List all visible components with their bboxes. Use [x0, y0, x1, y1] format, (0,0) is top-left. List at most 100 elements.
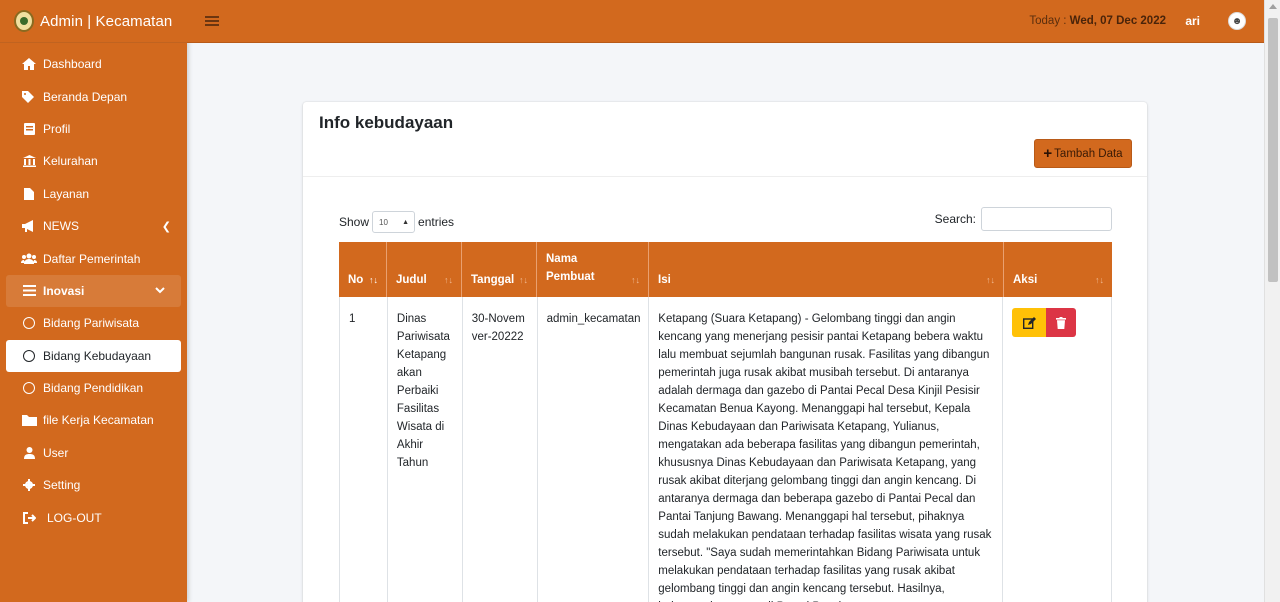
column-header-judul[interactable]: Judul ↑↓ [387, 242, 462, 297]
building-icon [21, 154, 37, 168]
entries-select[interactable]: 10 ▲ [372, 211, 416, 233]
plus-icon: + [1043, 145, 1053, 162]
sidebar-item-bidang-pendidikan[interactable]: Bidang Pendidikan [0, 372, 187, 404]
today-date: Today : Wed, 07 Dec 2022 [1029, 15, 1166, 27]
column-label: Isi [658, 274, 671, 286]
sort-icon: ↑↓ [519, 275, 528, 285]
sort-asc-icon: ↑↓ [369, 275, 378, 285]
sidebar-item-inovasi[interactable]: Inovasi [6, 274, 181, 308]
sidebar-item-file-kerja[interactable]: file Kerja Kecamatan [0, 404, 187, 436]
cell-isi: Ketapang (Suara Ketapang) - Gelombang ti… [649, 297, 1004, 602]
card-header: Info kebudayaan + Tambah Data [303, 102, 1147, 177]
sidebar-item-profil[interactable]: Profil [0, 113, 187, 145]
trash-icon [1056, 316, 1067, 329]
scroll-up-icon[interactable] [1269, 4, 1277, 9]
brand[interactable]: Admin | Kecamatan [0, 0, 187, 43]
sidebar-item-label: file Kerja Kecamatan [43, 413, 154, 428]
cell-tanggal: 30-Novemver-20222 [463, 297, 538, 602]
add-data-button[interactable]: + Tambah Data [1034, 139, 1132, 168]
users-icon [21, 252, 37, 266]
circle-icon [21, 316, 37, 330]
sidebar-item-dashboard[interactable]: Dashboard [0, 48, 187, 80]
sidebar-item-label: Inovasi [43, 283, 85, 298]
edit-icon [1022, 316, 1036, 329]
home-icon [21, 57, 37, 71]
search-input[interactable] [981, 207, 1112, 231]
list-icon [21, 284, 37, 298]
delete-button[interactable] [1046, 308, 1077, 337]
sidebar-item-label: Dashboard [43, 57, 102, 72]
folder-icon [21, 413, 37, 427]
today-value: Wed, 07 Dec 2022 [1069, 15, 1166, 27]
table-controls: Show 10 ▲ entries Search: [339, 207, 1112, 233]
content-card: Info kebudayaan + Tambah Data Show 10 ▲ … [303, 102, 1147, 602]
avatar-icon[interactable]: ☻ [1228, 12, 1246, 30]
cell-nama-pembuat: admin_kecamatan [538, 297, 650, 602]
sort-icon: ↑↓ [986, 275, 995, 285]
scroll-thumb[interactable] [1268, 18, 1278, 282]
page-title: Info kebudayaan [319, 113, 454, 132]
sidebar-item-setting[interactable]: Setting [0, 469, 187, 501]
sidebar-item-news[interactable]: NEWS ❮ [0, 210, 187, 242]
cell-aksi [1003, 297, 1111, 602]
entries-value: 10 [379, 217, 388, 227]
brand-title: Admin | Kecamatan [40, 12, 173, 30]
sidebar-item-label: Layanan [43, 186, 90, 201]
sidebar-item-label: LOG-OUT [47, 510, 102, 525]
today-label: Today : [1029, 15, 1067, 27]
select-arrows-icon: ▲ [402, 218, 410, 226]
sidebar-item-label: Bidang Kebudayaan [43, 348, 152, 363]
sidebar-item-bidang-pariwisata[interactable]: Bidang Pariwisata [0, 307, 187, 339]
circle-icon [21, 381, 37, 395]
sidebar-item-layanan[interactable]: Layanan [0, 178, 187, 210]
column-label: Tanggal [471, 274, 515, 286]
sidebar-item-kelurahan[interactable]: Kelurahan [0, 145, 187, 177]
sidebar: Admin | Kecamatan Dashboard Beranda Depa… [0, 0, 187, 602]
logout-icon [21, 511, 37, 525]
topbar: Today : Wed, 07 Dec 2022 ari ☻ [187, 0, 1264, 43]
tags-icon [21, 90, 37, 104]
sidebar-item-label: Profil [43, 121, 71, 136]
sidebar-item-label: NEWS [43, 219, 79, 234]
sidebar-item-bidang-kebudayaan[interactable]: Bidang Kebudayaan [6, 339, 181, 372]
book-icon [21, 122, 37, 136]
sort-icon: ↑↓ [1095, 275, 1104, 285]
chevron-left-icon: ❮ [161, 220, 171, 233]
sidebar-item-logout[interactable]: LOG-OUT [0, 501, 187, 533]
gear-icon [21, 478, 37, 492]
logo-icon [14, 10, 34, 32]
sidebar-item-label: Bidang Pendidikan [43, 381, 144, 396]
row-actions [1012, 308, 1102, 337]
file-icon [21, 187, 37, 201]
column-header-no[interactable]: No ↑↓ [339, 242, 387, 297]
megaphone-icon [21, 219, 37, 233]
sidebar-item-label: Beranda Depan [43, 89, 128, 104]
user-name[interactable]: ari [1185, 14, 1200, 28]
sort-icon: ↑↓ [631, 275, 640, 285]
search-control: Search: [935, 207, 1112, 231]
circle-icon [21, 349, 37, 363]
data-table: No ↑↓ Judul ↑↓ Tanggal ↑↓ Nama Pembuat ↑↓ Is… [339, 242, 1112, 602]
table-header: No ↑↓ Judul ↑↓ Tanggal ↑↓ Nama Pembuat ↑↓ Is… [339, 242, 1112, 297]
sidebar-item-beranda-depan[interactable]: Beranda Depan [0, 80, 187, 112]
entries-control: Show 10 ▲ entries [339, 211, 454, 233]
column-header-aksi[interactable]: Aksi ↑↓ [1004, 242, 1112, 297]
sidebar-item-label: Kelurahan [43, 154, 98, 169]
menu-toggle-icon[interactable] [205, 14, 219, 28]
sidebar-item-user[interactable]: User [0, 437, 187, 469]
column-label: Aksi [1013, 274, 1038, 286]
column-header-tanggal[interactable]: Tanggal ↑↓ [462, 242, 537, 297]
column-label: Nama Pembuat [546, 253, 595, 283]
sidebar-item-label: Setting [43, 478, 81, 493]
column-header-nama-pembuat[interactable]: Nama Pembuat ↑↓ [537, 242, 649, 297]
edit-button[interactable] [1012, 308, 1047, 337]
page-scrollbar[interactable] [1264, 0, 1280, 602]
entries-label: entries [418, 215, 455, 229]
column-header-isi[interactable]: Isi ↑↓ [649, 242, 1004, 297]
cell-judul: Dinas Pariwisata Ketapang akan Perbaiki … [388, 297, 463, 602]
table-row: 1 Dinas Pariwisata Ketapang akan Perbaik… [339, 297, 1112, 602]
sort-icon: ↑↓ [444, 275, 453, 285]
add-data-label: Tambah Data [1054, 147, 1123, 160]
sidebar-item-daftar-pemerintah[interactable]: Daftar Pemerintah [0, 242, 187, 274]
cell-no: 1 [340, 297, 388, 602]
